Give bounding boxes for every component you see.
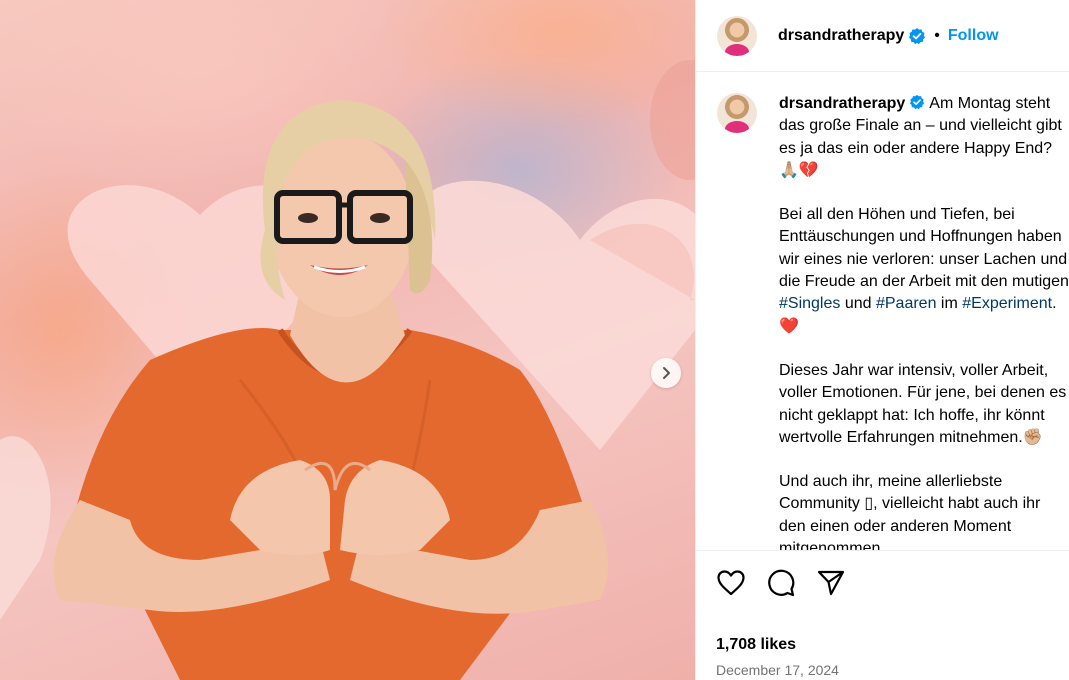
post-username[interactable]: drsandratherapy [778,27,904,45]
hashtag-link[interactable]: #Paaren [876,295,937,312]
likes-count[interactable]: 1,708 likes [716,636,1069,654]
post-date[interactable]: December 17, 2024 [716,662,1069,678]
post-media[interactable] [0,0,695,680]
caption-row: drsandratherapy Am Montag steht das große… [717,93,1069,550]
action-icons [716,568,1069,598]
hashtag-link[interactable]: #Singles [779,295,840,312]
caption-paragraph-1: drsandratherapy Am Montag steht das große… [779,93,1069,182]
post-panel: drsandratherapy • Follow drsandratherapy… [695,0,1069,680]
share-icon [817,570,845,596]
caption-paragraph-4: Und auch ihr, meine allerliebste Communi… [779,473,1041,550]
verified-badge-icon [908,27,926,45]
separator-dot: • [934,26,940,44]
post-actions: 1,708 likes December 17, 2024 [696,550,1069,680]
caption-text-2a: Bei all den Höhen und Tiefen, bei Enttäu… [779,206,1069,291]
caption-paragraph-3: Dieses Jahr war intensiv, voller Arbeit,… [779,361,1067,446]
post-header: drsandratherapy • Follow [696,0,1069,72]
verified-badge-icon [909,94,925,110]
caption-avatar[interactable] [717,93,757,133]
caption-username[interactable]: drsandratherapy [779,95,905,112]
caption-text: drsandratherapy Am Montag steht das große… [779,93,1069,550]
next-image-button[interactable] [651,358,681,388]
comment-button[interactable] [766,568,796,598]
caption-paragraph-2: Bei all den Höhen und Tiefen, bei Enttäu… [779,204,1069,338]
caption-text-2b: und [840,295,876,313]
avatar[interactable] [717,15,757,56]
caption-scroll-area[interactable]: drsandratherapy Am Montag steht das große… [696,73,1069,550]
follow-button[interactable]: Follow [948,27,999,45]
share-button[interactable] [816,568,846,598]
comment-icon [768,569,795,597]
hashtag-link[interactable]: #Experiment [962,295,1052,312]
chevron-right-icon [663,367,670,379]
like-button[interactable] [716,568,746,598]
heart-icon [717,570,745,596]
post-photo [0,60,695,680]
caption-text-2c: im [936,295,963,313]
